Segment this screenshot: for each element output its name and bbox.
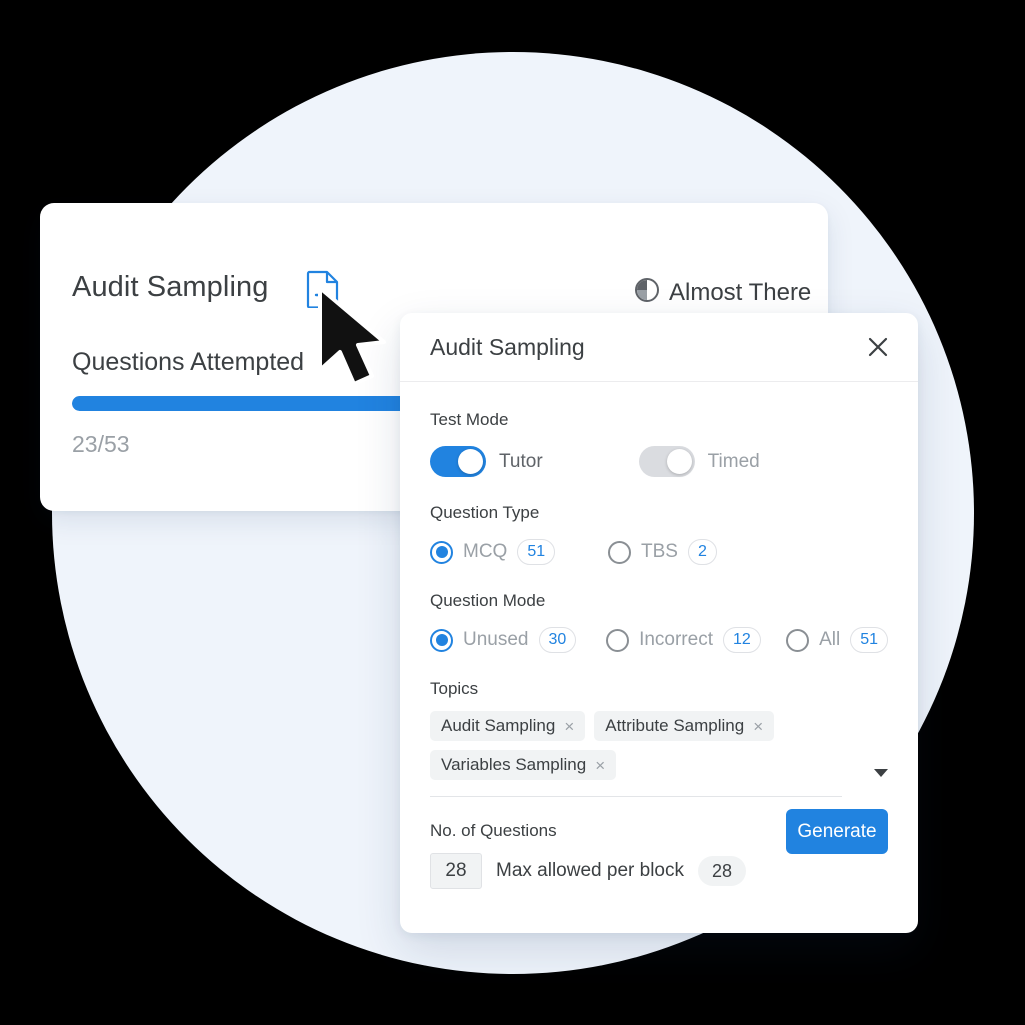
generate-button[interactable]: Generate bbox=[786, 809, 888, 854]
option-all[interactable]: All 51 bbox=[786, 627, 888, 653]
question-type-section: Question Type MCQ 51 TBS 2 bbox=[430, 503, 888, 565]
remove-icon[interactable]: × bbox=[595, 757, 605, 774]
tutor-switch[interactable] bbox=[430, 446, 486, 477]
toggle-timed[interactable]: Timed bbox=[638, 446, 760, 477]
modal-header: Audit Sampling bbox=[400, 313, 918, 382]
tutor-switch-knob bbox=[458, 449, 483, 474]
status-badge: Almost There bbox=[634, 277, 811, 308]
question-mode-options: Unused 30 Incorrect 12 All 51 bbox=[430, 627, 888, 653]
pie-progress-icon bbox=[634, 277, 660, 308]
timed-switch-knob bbox=[666, 449, 692, 474]
chevron-down-icon[interactable] bbox=[874, 769, 888, 777]
toggle-tutor[interactable]: Tutor bbox=[430, 446, 543, 477]
timed-switch[interactable] bbox=[638, 446, 695, 477]
tbs-label: TBS bbox=[641, 541, 678, 562]
test-mode-options: Tutor Timed bbox=[430, 446, 888, 477]
all-count: 51 bbox=[850, 627, 888, 653]
unused-radio[interactable] bbox=[430, 628, 453, 652]
option-tbs[interactable]: TBS 2 bbox=[608, 539, 717, 565]
unused-label: Unused bbox=[463, 629, 529, 650]
remove-icon[interactable]: × bbox=[753, 718, 763, 735]
close-icon[interactable] bbox=[863, 332, 893, 362]
incorrect-radio[interactable] bbox=[606, 628, 630, 652]
question-mode-label: Question Mode bbox=[430, 591, 546, 610]
mouse-pointer-icon bbox=[316, 286, 392, 390]
incorrect-label: Incorrect bbox=[639, 629, 713, 650]
question-mode-section: Question Mode Unused 30 Incorrect 12 All… bbox=[430, 591, 888, 653]
mcq-label: MCQ bbox=[463, 541, 508, 562]
question-type-options: MCQ 51 TBS 2 bbox=[430, 539, 888, 565]
all-label: All bbox=[819, 629, 841, 650]
topics-field[interactable]: Audit Sampling × Attribute Sampling × Va… bbox=[430, 711, 888, 797]
option-unused[interactable]: Unused 30 bbox=[430, 627, 606, 653]
remove-icon[interactable]: × bbox=[564, 718, 574, 735]
question-type-label: Question Type bbox=[430, 503, 540, 522]
tutor-label: Tutor bbox=[499, 450, 543, 472]
screenshot-stage: Audit Sampling Almost There Questions At… bbox=[0, 0, 1025, 1025]
topic-chip-label: Attribute Sampling bbox=[605, 716, 745, 735]
no-of-questions-input[interactable]: 28 bbox=[430, 853, 482, 889]
topic-chip[interactable]: Variables Sampling × bbox=[430, 750, 617, 780]
topics-underline bbox=[430, 796, 842, 797]
status-label: Almost There bbox=[669, 278, 812, 306]
questions-row: 28 Max allowed per block 28 bbox=[430, 853, 888, 889]
tbs-radio[interactable] bbox=[608, 540, 631, 564]
questions-footer: No. of Questions 28 Max allowed per bloc… bbox=[430, 809, 888, 889]
course-title: Audit Sampling bbox=[72, 271, 269, 303]
option-incorrect[interactable]: Incorrect 12 bbox=[606, 627, 786, 653]
topics-label: Topics bbox=[430, 679, 479, 698]
progress-label: Questions Attempted bbox=[72, 348, 305, 376]
progress-count: 23/53 bbox=[72, 431, 130, 457]
all-radio[interactable] bbox=[786, 628, 810, 652]
max-allowed-label: Max allowed per block bbox=[496, 860, 684, 881]
option-mcq[interactable]: MCQ 51 bbox=[430, 539, 608, 565]
topic-chip-list: Audit Sampling × Attribute Sampling × Va… bbox=[430, 711, 842, 794]
incorrect-count: 12 bbox=[722, 627, 761, 653]
mcq-radio[interactable] bbox=[430, 540, 453, 564]
timed-label: Timed bbox=[707, 450, 760, 472]
tbs-count: 2 bbox=[687, 539, 717, 565]
test-mode-label: Test Mode bbox=[430, 410, 509, 429]
max-allowed-value: 28 bbox=[697, 856, 746, 886]
topic-chip-label: Audit Sampling bbox=[441, 716, 556, 735]
generate-test-modal: Audit Sampling Test Mode Tutor Timed Que… bbox=[400, 313, 918, 933]
unused-count: 30 bbox=[538, 627, 577, 653]
test-mode-section: Test Mode Tutor Timed bbox=[430, 410, 888, 477]
mcq-count: 51 bbox=[517, 539, 556, 565]
topics-section: Topics Audit Sampling × Attribute Sampli… bbox=[430, 679, 888, 797]
modal-title: Audit Sampling bbox=[430, 333, 585, 360]
topic-chip[interactable]: Attribute Sampling × bbox=[594, 711, 775, 741]
topic-chip-label: Variables Sampling bbox=[441, 755, 587, 774]
modal-body: Test Mode Tutor Timed Question Type MCQ … bbox=[400, 382, 918, 889]
topic-chip[interactable]: Audit Sampling × bbox=[430, 711, 586, 741]
